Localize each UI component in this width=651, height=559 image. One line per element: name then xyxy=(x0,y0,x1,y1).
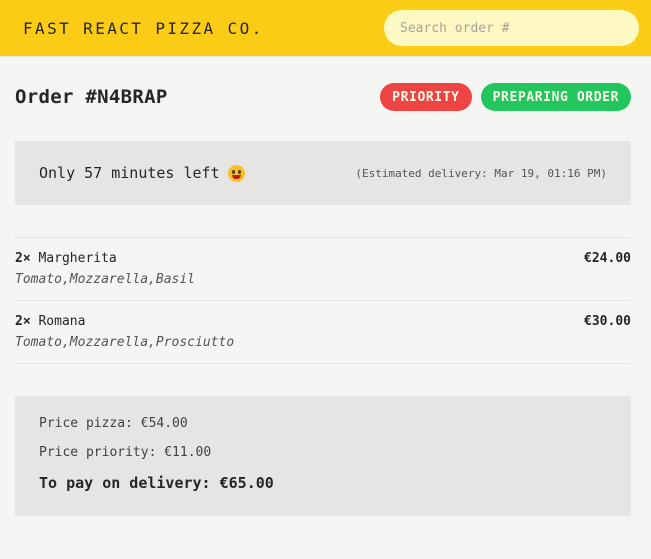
item-ingredients: Tomato,Mozzarella,Basil xyxy=(15,272,196,287)
price-summary-panel: Price pizza: €54.00 Price priority: €11.… xyxy=(15,396,631,516)
item-name-line: 2× Romana xyxy=(15,314,85,329)
grinning-face-icon xyxy=(227,164,245,182)
search-order-input[interactable] xyxy=(384,10,639,46)
order-badges: PRIORITY PREPARING ORDER xyxy=(380,83,631,111)
delivery-eta-panel: Only 57 minutes left (Estimated delivery… xyxy=(15,141,631,205)
item-ingredients: Tomato,Mozzarella,Prosciutto xyxy=(15,335,235,350)
order-items-list: 2× Margherita €24.00 Tomato,Mozzarella,B… xyxy=(15,237,631,364)
item-price: €24.00 xyxy=(584,251,631,266)
priority-badge: PRIORITY xyxy=(380,83,472,111)
total-to-pay: To pay on delivery: €65.00 xyxy=(39,474,274,492)
order-title-row: Order #N4BRAP PRIORITY PREPARING ORDER xyxy=(15,83,631,111)
app-header: FAST REACT PIZZA CO. xyxy=(0,0,651,57)
item-name: Margherita xyxy=(38,251,117,266)
item-price: €30.00 xyxy=(584,314,631,329)
item-quantity: 2× xyxy=(15,314,31,329)
order-page: Order #N4BRAP PRIORITY PREPARING ORDER O… xyxy=(0,83,651,516)
time-left-label: Only 57 minutes left xyxy=(39,164,220,182)
price-priority: Price priority: €11.00 xyxy=(39,445,212,460)
time-left-text: Only 57 minutes left xyxy=(39,164,245,182)
item-quantity: 2× xyxy=(15,251,31,266)
item-name: Romana xyxy=(38,314,86,329)
list-item: 2× Margherita €24.00 Tomato,Mozzarella,B… xyxy=(15,238,631,301)
price-pizza: Price pizza: €54.00 xyxy=(39,416,188,431)
list-item: 2× Romana €30.00 Tomato,Mozzarella,Prosc… xyxy=(15,301,631,364)
order-title: Order #N4BRAP xyxy=(15,86,168,108)
item-name-line: 2× Margherita xyxy=(15,251,117,266)
estimated-delivery-text: (Estimated delivery: Mar 19, 01:16 PM) xyxy=(355,166,607,180)
status-badge: PREPARING ORDER xyxy=(480,83,631,111)
brand-logo-text[interactable]: FAST REACT PIZZA CO. xyxy=(23,19,264,38)
